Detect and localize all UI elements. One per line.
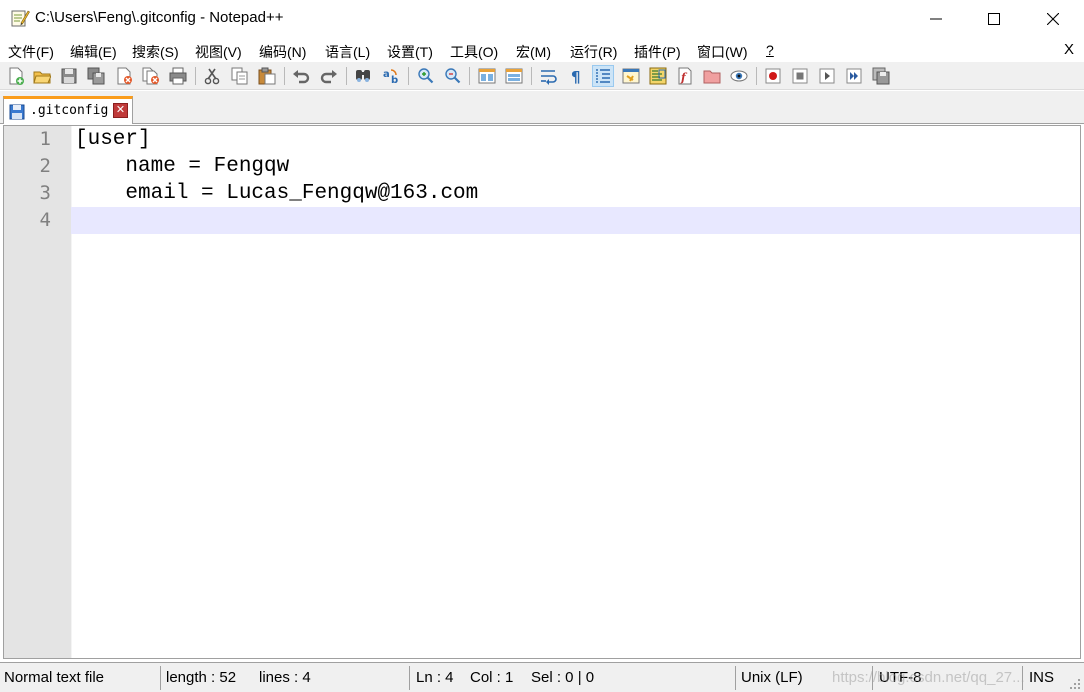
close-all-icon[interactable] [140, 65, 162, 87]
line-text[interactable]: email = Lucas_Fengqw@163.com [75, 180, 478, 207]
status-separator [160, 666, 161, 690]
sync-horizontal-icon[interactable] [503, 65, 525, 87]
function-list-icon[interactable]: f [674, 65, 696, 87]
minimize-button[interactable] [907, 0, 965, 38]
status-lines: lines : 4 [259, 669, 311, 686]
save-icon[interactable] [58, 65, 80, 87]
tab-close-button[interactable]: ✕ [113, 103, 128, 118]
print-icon[interactable] [167, 65, 189, 87]
status-separator [735, 666, 736, 690]
status-bar: Normal text file length : 52 lines : 4 L… [0, 662, 1084, 692]
window-title: C:\Users\Feng\.gitconfig - Notepad++ [35, 9, 284, 26]
status-insert-mode[interactable]: INS [1029, 663, 1054, 692]
word-wrap-icon[interactable] [538, 65, 560, 87]
code-line[interactable]: 3 email = Lucas_Fengqw@163.com [4, 180, 1080, 207]
close-window-button[interactable] [1024, 0, 1082, 38]
toolbar-separator [531, 67, 532, 85]
user-language-icon[interactable] [620, 65, 642, 87]
menu-bar: 文件(F) 编辑(E) 搜索(S) 视图(V) 编码(N) 语言(L) 设置(T… [0, 38, 1084, 62]
redo-icon[interactable] [318, 65, 340, 87]
svg-text:b: b [391, 75, 398, 85]
code-line[interactable]: 2 name = Fengqw [4, 153, 1080, 180]
line-number: 4 [4, 207, 71, 234]
toolbar-separator [284, 67, 285, 85]
menu-file[interactable]: 文件(F) [8, 42, 54, 62]
menu-help[interactable]: ? [766, 42, 774, 58]
toolbar-separator [346, 67, 347, 85]
cut-icon[interactable] [201, 65, 223, 87]
line-text[interactable]: name = Fengqw [75, 153, 289, 180]
menu-macro[interactable]: 宏(M) [516, 42, 551, 62]
folder-workspace-icon[interactable] [701, 65, 723, 87]
indent-guide-icon[interactable] [592, 65, 614, 87]
maximize-button[interactable] [965, 0, 1023, 38]
save-all-icon[interactable] [85, 65, 107, 87]
record-macro-icon[interactable] [762, 65, 784, 87]
paste-icon[interactable] [256, 65, 278, 87]
minimize-icon [930, 18, 942, 20]
status-file-type: Normal text file [4, 669, 105, 686]
document-map-icon[interactable] [647, 65, 669, 87]
line-text[interactable]: [user] [75, 126, 151, 153]
sync-vertical-icon[interactable] [476, 65, 498, 87]
menu-run[interactable]: 运行(R) [570, 42, 617, 62]
svg-text:a: a [383, 69, 390, 80]
toolbar-separator [408, 67, 409, 85]
status-separator [409, 666, 410, 690]
editor-area[interactable]: 1 [user] 2 name = Fengqw 3 email = Lucas… [3, 125, 1081, 659]
open-file-icon[interactable] [31, 65, 53, 87]
find-icon[interactable] [352, 65, 374, 87]
run-macro-multiple-icon[interactable] [843, 65, 865, 87]
monitoring-icon[interactable] [728, 65, 750, 87]
zoom-out-icon[interactable] [441, 65, 463, 87]
current-line[interactable]: 4 [4, 207, 1080, 234]
menu-language[interactable]: 语言(L) [325, 42, 370, 62]
menu-plugins[interactable]: 插件(P) [634, 42, 681, 62]
line-number: 1 [39, 128, 51, 150]
menu-tools[interactable]: 工具(O) [450, 42, 498, 62]
tab-gitconfig[interactable]: .gitconfig ✕ [3, 96, 133, 124]
saved-file-icon [9, 104, 25, 125]
toolbar-separator [756, 67, 757, 85]
copy-icon[interactable] [229, 65, 251, 87]
menu-settings[interactable]: 设置(T) [387, 42, 433, 62]
line-number: 2 [39, 155, 51, 177]
menu-edit[interactable]: 编辑(E) [70, 42, 117, 62]
status-col: Col : 1 [470, 669, 514, 686]
close-document-x[interactable]: X [1064, 41, 1074, 58]
menu-view[interactable]: 视图(V) [195, 42, 242, 62]
notepad-plus-plus-icon [10, 8, 30, 28]
new-file-icon[interactable] [5, 65, 27, 87]
line-number: 3 [39, 182, 51, 204]
play-macro-icon[interactable] [816, 65, 838, 87]
tab-label: .gitconfig [30, 103, 109, 118]
zoom-in-icon[interactable] [414, 65, 436, 87]
save-macro-icon[interactable] [870, 65, 892, 87]
status-length: length : 52 [166, 669, 237, 686]
tab-bar: .gitconfig ✕ [0, 91, 1084, 124]
svg-text:¶: ¶ [571, 68, 581, 85]
status-ln: Ln : 4 [416, 669, 454, 686]
close-icon [1047, 13, 1059, 25]
toolbar: ab ¶ f [0, 62, 1084, 90]
stop-record-icon[interactable] [789, 65, 811, 87]
undo-icon[interactable] [290, 65, 312, 87]
status-sel: Sel : 0 | 0 [531, 669, 595, 686]
toolbar-separator [469, 67, 470, 85]
toolbar-separator [195, 67, 196, 85]
status-eol[interactable]: Unix (LF) [741, 663, 803, 692]
title-bar: C:\Users\Feng\.gitconfig - Notepad++ [0, 0, 1084, 38]
menu-search[interactable]: 搜索(S) [132, 42, 179, 62]
replace-icon[interactable]: ab [380, 65, 402, 87]
resize-grip-icon[interactable] [1068, 677, 1082, 691]
maximize-icon [988, 13, 1000, 25]
menu-encoding[interactable]: 编码(N) [259, 42, 306, 62]
show-all-chars-icon[interactable]: ¶ [565, 65, 587, 87]
menu-window[interactable]: 窗口(W) [697, 42, 748, 62]
close-file-icon[interactable] [113, 65, 135, 87]
watermark-text: https://blog.csdn.net/qq_27... [832, 669, 1025, 686]
code-line[interactable]: 1 [user] [4, 126, 1080, 153]
